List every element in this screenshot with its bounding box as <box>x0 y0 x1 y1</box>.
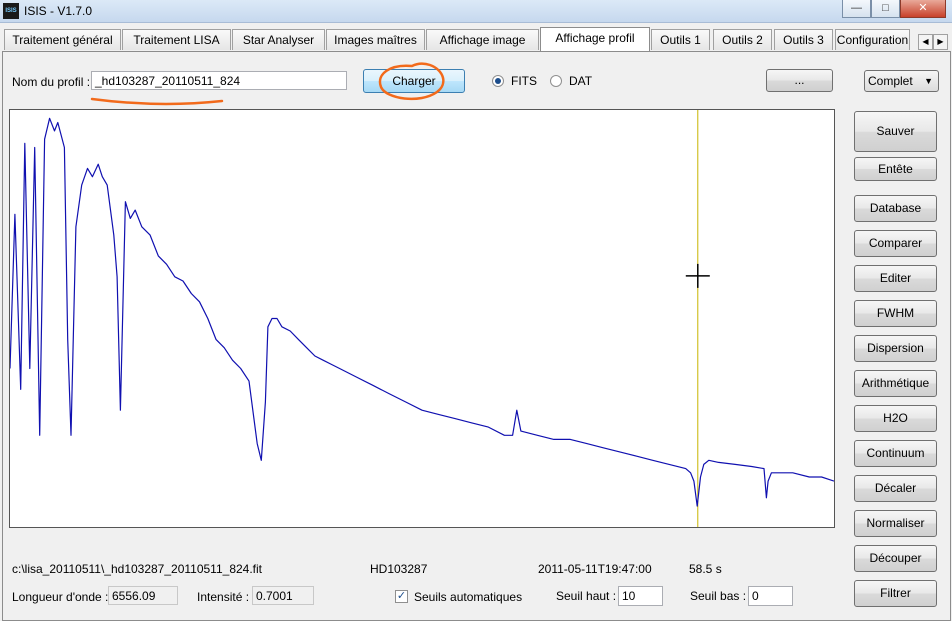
auto-thresholds-checkbox[interactable]: ✓ <box>395 590 408 603</box>
low-threshold-label: Seuil bas : <box>690 589 747 603</box>
exposure-time: 58.5 s <box>689 562 722 576</box>
side-button-h2o[interactable]: H2O <box>854 405 937 432</box>
spectrum-line <box>10 117 834 507</box>
high-threshold-input[interactable]: 10 <box>618 586 663 606</box>
side-button-database[interactable]: Database <box>854 195 937 222</box>
auto-thresholds-label: Seuils automatiques <box>414 590 523 604</box>
side-button-decaler[interactable]: Décaler <box>854 475 937 502</box>
wavelength-label: Longueur d'onde : <box>12 590 109 604</box>
observation-date: 2011-05-11T19:47:00 <box>538 562 652 576</box>
side-button-decouper[interactable]: Découper <box>854 545 937 572</box>
side-button-comparer[interactable]: Comparer <box>854 230 937 257</box>
underline-annotation <box>90 97 224 106</box>
side-button-arithmetique[interactable]: Arithmétique <box>854 370 937 397</box>
object-name: HD103287 <box>370 562 428 576</box>
crosshair-icon <box>685 263 710 288</box>
side-button-entete[interactable]: Entête <box>854 157 937 181</box>
side-button-editer[interactable]: Editer <box>854 265 937 292</box>
side-button-continuum[interactable]: Continuum <box>854 440 937 467</box>
side-button-sauver[interactable]: Sauver <box>854 111 937 152</box>
circle-annotation <box>378 62 445 101</box>
side-button-dispersion[interactable]: Dispersion <box>854 335 937 362</box>
spectrum-plot[interactable] <box>10 110 834 527</box>
tab-affichage-profil[interactable]: Affichage profil <box>540 27 650 51</box>
low-threshold-input[interactable]: 0 <box>748 586 793 606</box>
side-button-fwhm[interactable]: FWHM <box>854 300 937 327</box>
high-threshold-label: Seuil haut : <box>556 589 617 603</box>
side-button-normaliser[interactable]: Normaliser <box>854 510 937 537</box>
intensity-value: 0.7001 <box>252 586 314 605</box>
file-path: c:\lisa_20110511\_hd103287_20110511_824.… <box>12 562 263 576</box>
spectrum-chart[interactable] <box>9 109 835 528</box>
side-button-filtrer[interactable]: Filtrer <box>854 580 937 607</box>
intensity-label: Intensité : <box>197 590 250 604</box>
wavelength-value: 6556.09 <box>108 586 178 605</box>
